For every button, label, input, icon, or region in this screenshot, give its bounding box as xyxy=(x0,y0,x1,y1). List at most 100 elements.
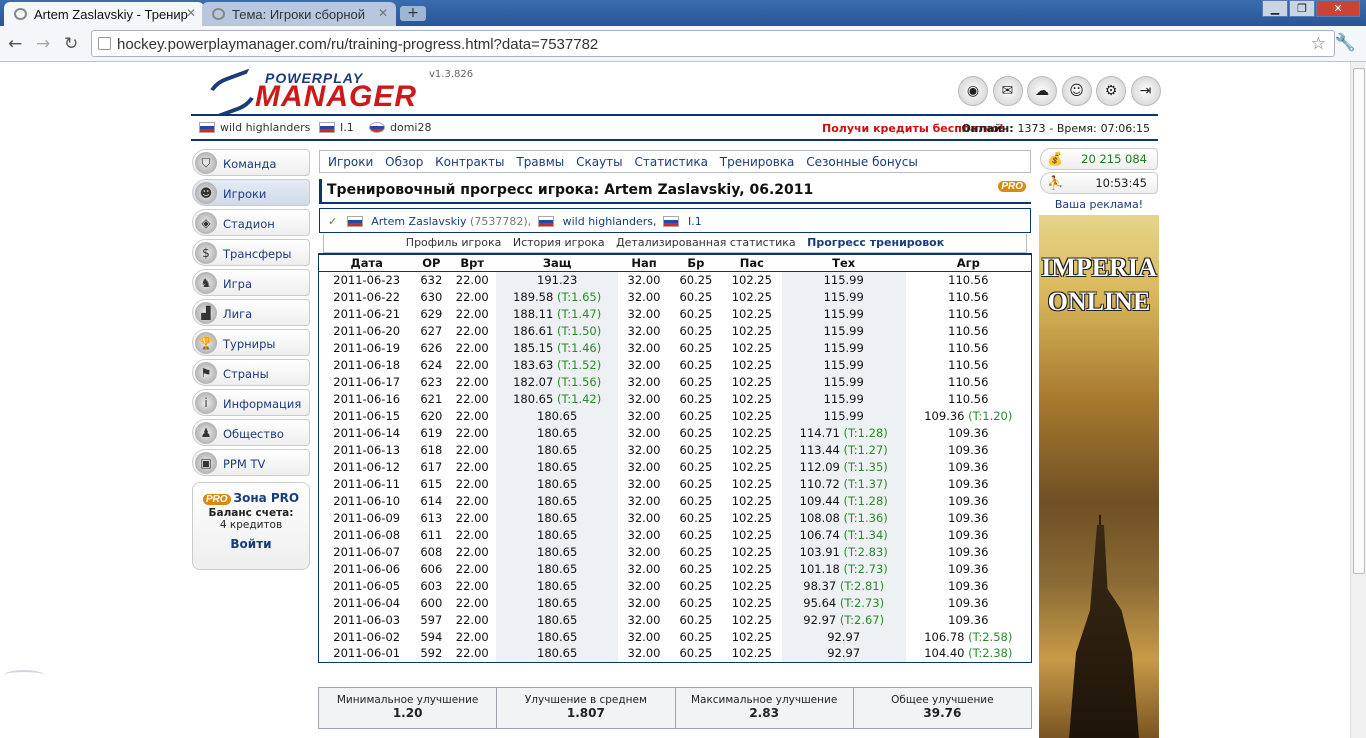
sidebar-item-transfers[interactable]: $ Трансферы xyxy=(192,239,310,266)
cell-value: 110.56 xyxy=(948,272,989,287)
sidebar-item-info[interactable]: i Информация xyxy=(192,389,310,416)
training-gain: (T:2.81) xyxy=(836,578,885,593)
ppm-logo[interactable]: POWERPLAY MANAGER xyxy=(202,68,422,120)
cell-value: 621 xyxy=(420,391,443,406)
team-link[interactable]: wild highlanders, xyxy=(563,215,657,228)
browser-tab[interactable]: Тема: Игроки сборной ✕ xyxy=(202,2,396,26)
sidebar-item-game[interactable]: ♞ Игра xyxy=(192,269,310,296)
browser-toolbar: ← → ↻ hockey.powerplaymanager.com/ru/tra… xyxy=(0,26,1366,62)
cell-value: 102.25 xyxy=(731,544,772,559)
scrollbar-thumb[interactable] xyxy=(1353,68,1365,574)
league-link[interactable]: I.1 xyxy=(319,121,354,134)
team-link[interactable]: wild highlanders xyxy=(199,121,310,134)
close-window-icon[interactable]: ✕ xyxy=(1316,0,1360,17)
cell-value: 60.25 xyxy=(679,510,713,525)
pro-zone-title[interactable]: PRO Зона PRO xyxy=(193,491,309,505)
people-icon: ♟ xyxy=(195,422,217,444)
browser-tab-active[interactable]: Artem Zaslavskiy - Тренир ✕ xyxy=(4,2,204,26)
address-bar[interactable]: hockey.powerplaymanager.com/ru/training-… xyxy=(91,30,1335,57)
tab-title: Artem Zaslavskiy - Тренир xyxy=(34,7,188,22)
sidebar-item-tournaments[interactable]: 🏆 Турниры xyxy=(192,329,310,356)
mail-icon[interactable]: ✉ xyxy=(992,76,1023,106)
forum-icon[interactable]: ☁ xyxy=(1027,76,1057,106)
cell-value: 32.00 xyxy=(627,357,661,372)
cell-value: 22.00 xyxy=(455,306,489,321)
subnav-statistics[interactable]: Статистика xyxy=(634,155,708,169)
league-link[interactable]: I.1 xyxy=(688,215,702,228)
minimize-icon[interactable]: ▁ xyxy=(1262,0,1288,17)
cell-value: 32.00 xyxy=(627,561,661,576)
table-cell: 22.00 xyxy=(448,611,496,628)
cell-value: 32.00 xyxy=(627,459,661,474)
table-cell: 102.25 xyxy=(722,339,782,356)
table-cell: 2011-06-12 xyxy=(319,458,415,475)
subnav-season-bonuses[interactable]: Сезонные бонусы xyxy=(806,155,918,169)
player-profile-link[interactable]: Профиль игрока xyxy=(406,236,502,249)
sidebar-item-countries[interactable]: ⚑ Страны xyxy=(192,359,310,386)
cell-value: 180.65 xyxy=(537,510,578,525)
cell-value: 180.65 xyxy=(513,391,554,406)
table-cell: 32.00 xyxy=(618,594,670,611)
subnav-injuries[interactable]: Травмы xyxy=(516,155,564,169)
settings-icon[interactable]: ⚙ xyxy=(1096,76,1126,106)
money-balance[interactable]: 💰 20 215 084 xyxy=(1040,148,1158,170)
subnav-contracts[interactable]: Контракты xyxy=(435,155,504,169)
ad-label[interactable]: Ваша реклама! xyxy=(1040,198,1158,211)
cell-value: 60.25 xyxy=(679,476,713,491)
wrench-icon[interactable]: 🔧 xyxy=(1335,33,1356,53)
table-cell: 180.65 xyxy=(496,543,619,560)
cell-value: 109.36 xyxy=(948,578,989,593)
subnav-training[interactable]: Тренировка xyxy=(720,155,795,169)
russia-flag-icon xyxy=(319,122,335,133)
balance-label: Баланс счета: xyxy=(208,507,294,519)
subnav-overview[interactable]: Обзор xyxy=(385,155,423,169)
login-link[interactable]: Войти xyxy=(193,537,309,551)
table-cell: 617 xyxy=(414,458,448,475)
sidebar-item-team[interactable]: ⛉ Команда xyxy=(192,149,310,176)
table-cell: 180.65 xyxy=(496,526,619,543)
maximize-icon[interactable]: ❐ xyxy=(1289,0,1315,17)
training-gain: (T:1.37) xyxy=(839,476,888,491)
close-icon[interactable]: ✕ xyxy=(186,6,196,20)
table-cell: 186.61 (T:1.50) xyxy=(496,322,619,339)
cell-value: 102.25 xyxy=(731,357,772,372)
sidebar-item-community[interactable]: ♟ Общество xyxy=(192,419,310,446)
detailed-stats-link[interactable]: Детализированная статистика xyxy=(616,236,796,249)
friends-icon[interactable]: ☺ xyxy=(1061,76,1092,106)
sidebar-item-ppm-tv[interactable]: ▣ PPM TV xyxy=(192,449,310,476)
table-cell: 110.56 xyxy=(906,339,1032,356)
table-cell: 32.00 xyxy=(618,611,670,628)
reload-icon[interactable]: ↻ xyxy=(64,34,78,54)
cell-value: 619 xyxy=(420,425,443,440)
logout-icon[interactable]: ⇥ xyxy=(1130,76,1161,106)
cell-value: 110.56 xyxy=(948,323,989,338)
new-tab-button[interactable]: + xyxy=(400,6,426,21)
sidebar-item-league[interactable]: ▟ Лига xyxy=(192,299,310,326)
back-icon[interactable]: ← xyxy=(8,34,22,54)
imperia-online-ad[interactable]: IMPERIA ONLINE xyxy=(1039,215,1159,738)
forward-icon[interactable]: → xyxy=(36,34,50,54)
table-cell: 623 xyxy=(414,373,448,390)
table-cell: 110.56 xyxy=(906,356,1032,373)
ppm-icon[interactable]: ◉ xyxy=(958,76,988,106)
table-cell: 110.56 xyxy=(906,288,1032,305)
table-cell: 632 xyxy=(414,271,448,288)
table-cell: 102.25 xyxy=(722,560,782,577)
cell-value: 60.25 xyxy=(679,408,713,423)
close-icon[interactable]: ✕ xyxy=(378,6,388,20)
sidebar-item-players[interactable]: ☻ Игроки xyxy=(192,179,310,206)
table-cell: 180.65 xyxy=(496,509,619,526)
cell-value: 102.25 xyxy=(731,493,772,508)
bookmark-star-icon[interactable]: ☆ xyxy=(1311,34,1326,54)
scrollbar[interactable] xyxy=(1350,62,1366,738)
player-link[interactable]: Artem Zaslavskiy xyxy=(371,215,466,228)
player-history-link[interactable]: История игрока xyxy=(513,236,605,249)
pro-badge-icon[interactable]: PRO xyxy=(998,181,1026,192)
training-progress-link[interactable]: Прогресс тренировок xyxy=(807,236,944,249)
user-link[interactable]: domi28 xyxy=(369,121,431,134)
cell-value: 32.00 xyxy=(627,544,661,559)
subnav-scouts[interactable]: Скауты xyxy=(576,155,623,169)
info-icon: i xyxy=(195,392,217,414)
subnav-players[interactable]: Игроки xyxy=(328,155,373,169)
sidebar-item-stadium[interactable]: ◈ Стадион xyxy=(192,209,310,236)
